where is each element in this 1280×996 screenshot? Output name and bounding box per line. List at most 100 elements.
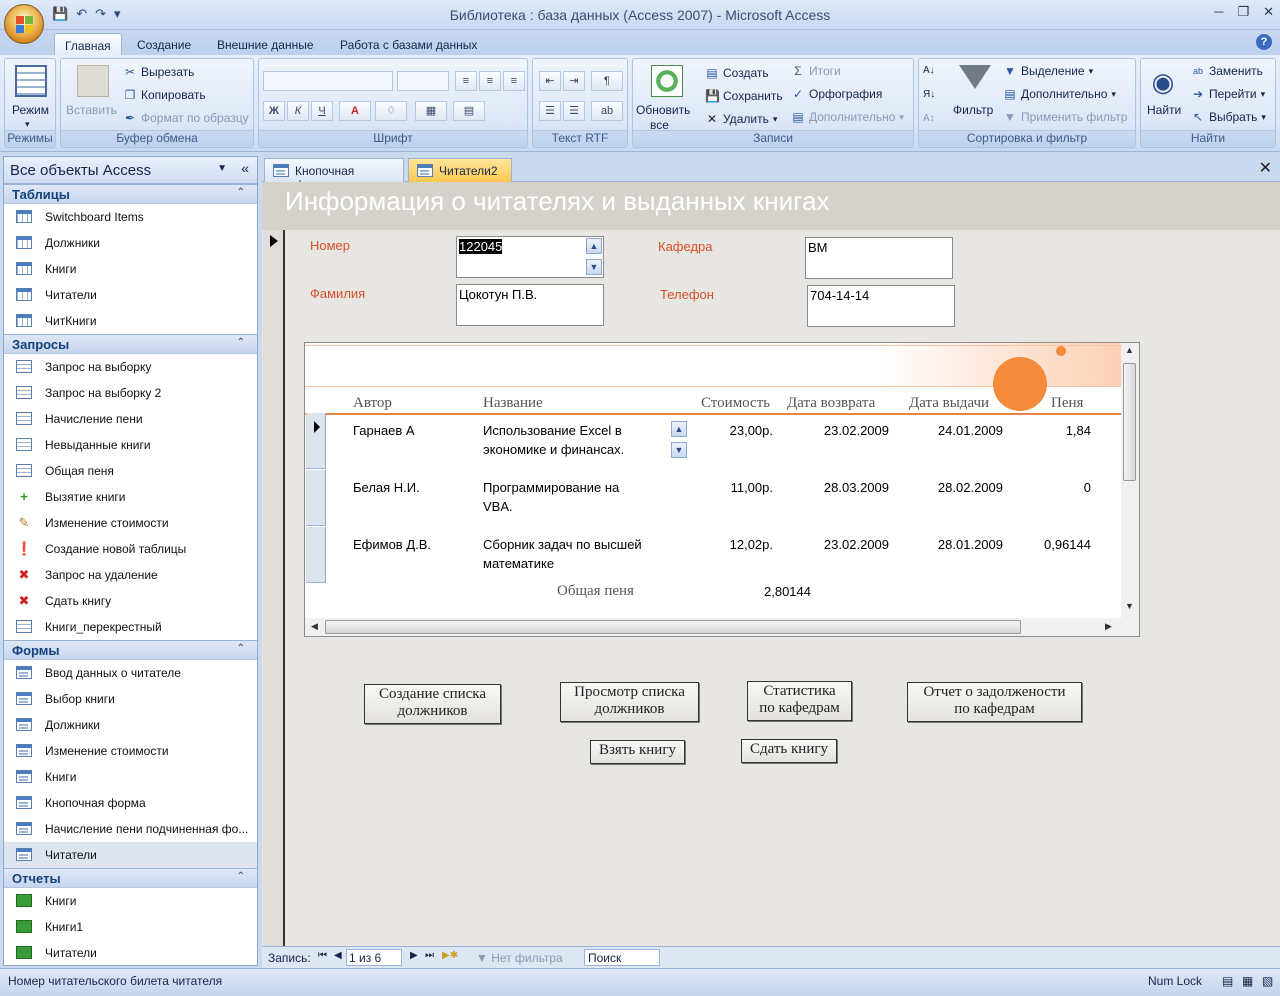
italic-button[interactable]: К [287, 101, 309, 121]
nav-item-queries[interactable]: Общая пеня [4, 458, 257, 484]
next-record-icon[interactable]: ▶ [410, 950, 418, 961]
collapse-chevron-icon[interactable]: ⌃ [237, 871, 245, 882]
sort-asc-icon[interactable]: A↓ [923, 65, 935, 76]
cell-fine[interactable]: 1,84 [1025, 421, 1091, 440]
nav-item-forms[interactable]: Читатели [4, 842, 257, 868]
horizontal-scroll-thumb[interactable] [325, 620, 1021, 634]
number-field[interactable]: 122045 [456, 236, 604, 278]
nav-item-queries[interactable]: Запрос на выборку 2 [4, 380, 257, 406]
cell-author[interactable]: Ефимов Д.В. [353, 535, 473, 554]
nav-item-queries[interactable]: ✖ Запрос на удаление [4, 562, 257, 588]
nav-section-reports[interactable]: Отчеты ⌃ [4, 868, 257, 888]
nav-item-forms[interactable]: Книги [4, 764, 257, 790]
doc-tab-switchboard[interactable]: Кнопочная форма [264, 158, 404, 192]
advanced-filter-button[interactable]: ▤ Дополнительно ▾ [1003, 87, 1116, 101]
format-painter-button[interactable]: ✒ Формат по образцу [123, 111, 249, 125]
sort-desc-icon[interactable]: Я↓ [923, 89, 935, 100]
font-name-combo[interactable] [263, 71, 393, 91]
collapse-chevron-icon[interactable]: ⌃ [237, 187, 245, 198]
paragraph-direction-icon[interactable]: ¶ [591, 71, 623, 91]
prev-record-icon[interactable]: ◀ [334, 950, 342, 961]
scroll-left-icon[interactable]: ◀ [311, 621, 318, 632]
new-record-nav-icon[interactable]: ▶✱ [442, 950, 458, 961]
nav-item-reports[interactable]: Книги1 [4, 914, 257, 940]
align-left-icon[interactable]: ≡ [455, 71, 477, 91]
cell-title2[interactable]: экономике и финансах. [483, 440, 683, 459]
search-input[interactable]: Поиск [584, 949, 660, 966]
department-statistics-button[interactable]: Статистика по кафедрам [747, 681, 852, 721]
cell-issue[interactable]: 24.01.2009 [905, 421, 1003, 440]
close-icon[interactable]: ✕ [1263, 4, 1274, 20]
cell-author[interactable]: Белая Н.И. [353, 478, 473, 497]
align-center-icon[interactable]: ≡ [479, 71, 501, 91]
underline-button[interactable]: Ч [311, 101, 333, 121]
nav-item-tables[interactable]: Книги [4, 256, 257, 282]
cell-cost[interactable]: 23,00р. [685, 421, 773, 440]
spelling-button[interactable]: ✓ Орфография [791, 87, 882, 101]
nav-item-queries[interactable]: ✎ Изменение стоимости [4, 510, 257, 536]
cell-cost[interactable]: 12,02р. [685, 535, 773, 554]
nav-dropdown-icon[interactable]: ▼ [217, 163, 227, 174]
vertical-scroll-thumb[interactable] [1123, 363, 1136, 481]
cell-fine[interactable]: 0,96144 [1025, 535, 1091, 554]
nav-item-forms[interactable]: Выбор книги [4, 686, 257, 712]
delete-record-button[interactable]: ✕ Удалить ▾ [705, 112, 777, 126]
cut-button[interactable]: ✂ Вырезать [123, 65, 194, 79]
no-filter-indicator[interactable]: ▼ Нет фильтра [476, 951, 563, 965]
nav-item-queries[interactable]: Книги_перекрестный [4, 614, 257, 640]
cell-title2[interactable]: VBA. [483, 497, 683, 516]
last-record-icon[interactable]: ⏭ [425, 950, 434, 961]
spin-down-icon[interactable]: ▼ [586, 259, 602, 275]
design-view-icon[interactable]: ▧ [1262, 974, 1273, 988]
bold-button[interactable]: Ж [263, 101, 285, 121]
nav-collapse-icon[interactable]: « [241, 160, 249, 176]
doc-tab-readers2[interactable]: Читатели2 [408, 158, 512, 182]
phone-field[interactable]: 704-14-14 [807, 285, 955, 327]
title-scroll-up-icon[interactable]: ▲ [671, 421, 687, 437]
nav-item-tables[interactable]: Должники [4, 230, 257, 256]
cell-cost[interactable]: 11,00р. [685, 478, 773, 497]
nav-item-forms[interactable]: Изменение стоимости [4, 738, 257, 764]
collapse-chevron-icon[interactable]: ⌃ [237, 643, 245, 654]
more-records-button[interactable]: ▤ Дополнительно ▾ [791, 110, 904, 124]
cell-fine[interactable]: 0 [1025, 478, 1091, 497]
cell-title2[interactable]: математике [483, 554, 683, 573]
nav-item-queries[interactable]: Запрос на выборку [4, 354, 257, 380]
nav-item-queries[interactable]: Начисление пени [4, 406, 257, 432]
font-size-combo[interactable] [397, 71, 449, 91]
increase-indent-icon[interactable]: ⇥ [563, 71, 585, 91]
restore-icon[interactable]: ❐ [1237, 4, 1249, 20]
nav-item-queries[interactable]: + Вызятие книги [4, 484, 257, 510]
nav-item-forms[interactable]: Должники [4, 712, 257, 738]
surname-field[interactable]: Цокотун П.В. [456, 284, 604, 326]
scroll-down-icon[interactable]: ▼ [1125, 601, 1134, 611]
row-selector[interactable] [306, 413, 326, 469]
nav-item-tables[interactable]: Читатели [4, 282, 257, 308]
record-position-input[interactable]: 1 из 6 [346, 949, 402, 966]
department-field[interactable]: ВМ [805, 237, 953, 279]
replace-button[interactable]: ab Заменить [1191, 64, 1263, 78]
scroll-up-icon[interactable]: ▲ [1125, 345, 1134, 355]
alternate-fill-icon[interactable]: ▤ [453, 101, 485, 121]
office-button[interactable] [4, 4, 44, 44]
take-book-button[interactable]: Взять книгу [590, 740, 685, 764]
layout-view-icon[interactable]: ▦ [1242, 974, 1253, 988]
first-record-icon[interactable]: ⏮ [318, 950, 327, 961]
align-right-icon[interactable]: ≡ [503, 71, 525, 91]
totals-button[interactable]: Σ Итоги [791, 64, 840, 78]
view-debtors-list-button[interactable]: Просмотр списка должников [560, 682, 699, 722]
row-selector[interactable] [306, 527, 326, 583]
cell-issue[interactable]: 28.01.2009 [905, 535, 1003, 554]
form-view-icon[interactable]: ▤ [1222, 974, 1233, 988]
view-dropdown-icon[interactable]: ▾ [25, 119, 30, 130]
scroll-right-icon[interactable]: ▶ [1105, 621, 1112, 632]
cell-return[interactable]: 28.03.2009 [791, 478, 889, 497]
decrease-indent-icon[interactable]: ⇤ [539, 71, 561, 91]
tab-home[interactable]: Главная [54, 33, 122, 56]
help-icon[interactable]: ? [1256, 34, 1272, 50]
select-button[interactable]: ↖ Выбрать ▾ [1191, 110, 1266, 124]
copy-button[interactable]: ❐ Копировать [123, 88, 206, 102]
nav-header[interactable]: Все объекты Access ▼ « [4, 157, 257, 184]
tab-database-tools[interactable]: Работа с базами данных [330, 33, 487, 56]
view-button[interactable]: Режим [12, 103, 49, 117]
